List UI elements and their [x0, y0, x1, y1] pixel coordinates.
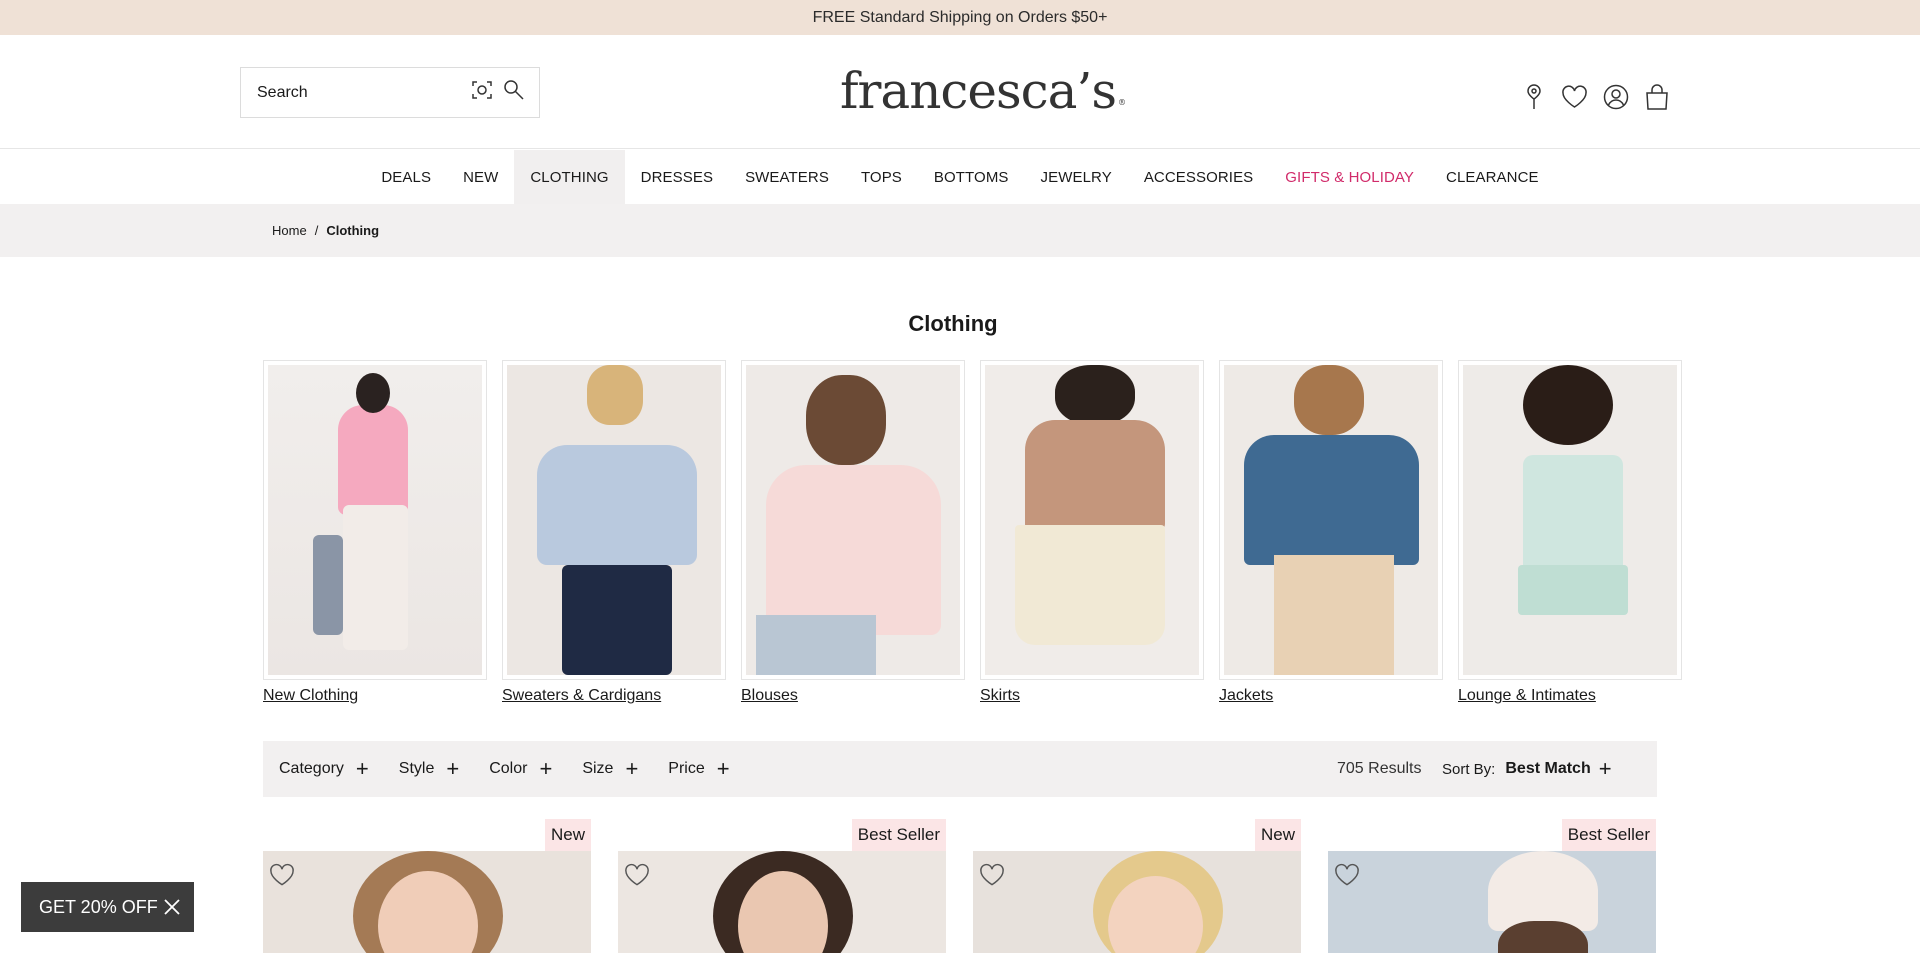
- plus-icon: +: [539, 756, 553, 781]
- nav-item-dresses[interactable]: DRESSES: [625, 150, 729, 204]
- filter-size[interactable]: Size +: [582, 758, 638, 780]
- breadcrumb-separator: /: [314, 223, 319, 238]
- promo-bar[interactable]: FREE Standard Shipping on Orders $50+: [0, 0, 1920, 35]
- nav-item-gifts-holiday[interactable]: GIFTS & HOLIDAY: [1269, 150, 1430, 204]
- filter-category[interactable]: Category +: [279, 758, 369, 780]
- category-label[interactable]: New Clothing: [263, 687, 487, 705]
- sort-dropdown[interactable]: Sort By: Best Match +: [1442, 741, 1612, 797]
- filter-label: Price: [668, 760, 705, 777]
- product-card[interactable]: Best Seller: [618, 819, 946, 953]
- plus-icon: +: [625, 756, 639, 781]
- page-title: Clothing: [908, 311, 998, 336]
- plus-icon: +: [716, 756, 730, 781]
- sort-value: Best Match: [1505, 760, 1591, 777]
- nav-item-jewelry[interactable]: JEWELRY: [1025, 150, 1128, 204]
- category-image[interactable]: [746, 365, 960, 675]
- filter-bar: Category + Style + Color + Size + Price + 705…: [263, 741, 1657, 797]
- main-nav: DEALS NEW CLOTHING DRESSES SWEATERS TOPS…: [0, 150, 1920, 204]
- category-tile[interactable]: New Clothing: [263, 360, 487, 705]
- search-input[interactable]: Search: [240, 67, 540, 118]
- category-image[interactable]: [268, 365, 482, 675]
- status-badge: New: [1254, 819, 1301, 851]
- nav-item-deals[interactable]: DEALS: [365, 150, 447, 204]
- heart-icon[interactable]: [1561, 83, 1588, 111]
- category-label[interactable]: Sweaters & Cardigans: [502, 687, 726, 705]
- breadcrumb: Home / Clothing: [0, 204, 1920, 257]
- product-grid: New Best Seller New Best Seller: [263, 819, 1656, 953]
- filter-color[interactable]: Color +: [489, 758, 552, 780]
- plus-icon: +: [1598, 756, 1612, 781]
- category-image[interactable]: [985, 365, 1199, 675]
- product-card[interactable]: Best Seller: [1328, 819, 1656, 953]
- brand-logo-text: francesca’s: [840, 62, 1117, 120]
- product-image[interactable]: [1328, 851, 1656, 953]
- user-account-icon[interactable]: [1602, 83, 1629, 111]
- product-image[interactable]: [263, 851, 591, 953]
- category-tile[interactable]: Lounge & Intimates: [1458, 360, 1682, 705]
- plus-icon: +: [446, 756, 460, 781]
- brand-logo[interactable]: francesca’s ®: [840, 61, 1126, 121]
- site-header: Search francesca’s ®: [0, 35, 1920, 149]
- registered-mark-icon: ®: [1118, 98, 1126, 107]
- results-count: 705 Results: [1337, 760, 1422, 777]
- promo-text[interactable]: FREE Standard Shipping on Orders $50+: [813, 9, 1108, 27]
- heart-icon[interactable]: [979, 863, 1005, 887]
- nav-item-clothing[interactable]: CLOTHING: [514, 150, 625, 204]
- filter-label: Size: [582, 760, 614, 777]
- heart-icon[interactable]: [624, 863, 650, 887]
- heart-icon[interactable]: [1334, 863, 1360, 887]
- search-placeholder: Search: [257, 83, 308, 101]
- visual-search-icon[interactable]: [471, 79, 493, 106]
- product-card[interactable]: New: [973, 819, 1301, 953]
- status-badge: New: [544, 819, 591, 851]
- product-card[interactable]: New: [263, 819, 591, 953]
- category-image[interactable]: [1224, 365, 1438, 675]
- nav-item-sweaters[interactable]: SWEATERS: [729, 150, 845, 204]
- discount-label: GET 20% OFF: [39, 896, 158, 917]
- status-badge: Best Seller: [1561, 819, 1656, 851]
- category-label[interactable]: Skirts: [980, 687, 1204, 705]
- product-image[interactable]: [618, 851, 946, 953]
- plus-icon: +: [355, 756, 369, 781]
- header-icons: [1520, 83, 1670, 111]
- product-image[interactable]: [973, 851, 1301, 953]
- nav-item-tops[interactable]: TOPS: [845, 150, 918, 204]
- category-tile[interactable]: Jackets: [1219, 360, 1443, 705]
- filter-style[interactable]: Style +: [399, 758, 459, 780]
- nav-item-new[interactable]: NEW: [447, 150, 514, 204]
- location-pin-icon[interactable]: [1520, 83, 1547, 111]
- status-badge: Best Seller: [851, 819, 946, 851]
- filter-price[interactable]: Price +: [668, 758, 729, 780]
- nav-item-bottoms[interactable]: BOTTOMS: [918, 150, 1025, 204]
- category-label[interactable]: Blouses: [741, 687, 965, 705]
- filter-label: Style: [398, 760, 435, 777]
- category-label[interactable]: Jackets: [1219, 687, 1443, 705]
- category-image[interactable]: [1463, 365, 1677, 675]
- breadcrumb-home[interactable]: Home: [272, 223, 307, 238]
- category-image[interactable]: [507, 365, 721, 675]
- category-label[interactable]: Lounge & Intimates: [1458, 687, 1682, 705]
- filter-label: Color: [489, 760, 528, 777]
- category-tile[interactable]: Skirts: [980, 360, 1204, 705]
- breadcrumb-current: Clothing: [326, 223, 380, 238]
- nav-item-accessories[interactable]: ACCESSORIES: [1128, 150, 1269, 204]
- sort-label: Sort By:: [1442, 760, 1496, 778]
- discount-popup-button[interactable]: GET 20% OFF: [21, 882, 194, 932]
- search-icon[interactable]: [503, 79, 525, 106]
- category-tile[interactable]: Sweaters & Cardigans: [502, 360, 726, 705]
- category-tile[interactable]: Blouses: [741, 360, 965, 705]
- nav-item-clearance[interactable]: CLEARANCE: [1430, 150, 1555, 204]
- filter-label: Category: [279, 760, 344, 777]
- category-tiles: New Clothing Sweaters & Cardigans Blouse…: [263, 360, 1682, 705]
- heart-icon[interactable]: [269, 863, 295, 887]
- shopping-bag-icon[interactable]: [1643, 83, 1670, 111]
- close-icon[interactable]: [162, 897, 182, 917]
